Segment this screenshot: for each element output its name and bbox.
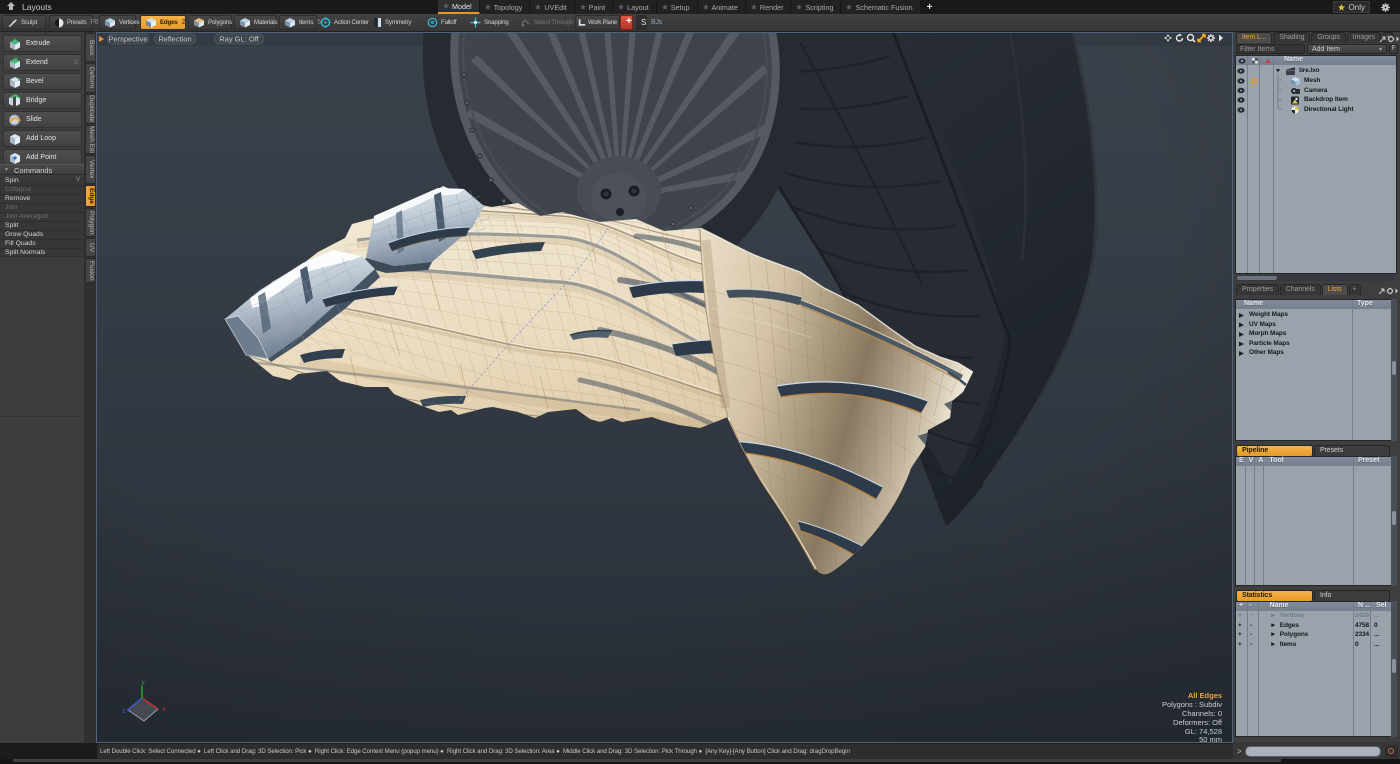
svg-text:Deformers: Off: Deformers: Off — [1173, 718, 1223, 727]
svg-text:Ray GL: Off: Ray GL: Off — [219, 35, 259, 44]
svg-text:z: z — [122, 708, 126, 715]
svg-text:x: x — [162, 706, 166, 713]
svg-text:50 mm: 50 mm — [1199, 735, 1222, 743]
svg-text:Reflection: Reflection — [158, 35, 191, 44]
svg-text:Perspective: Perspective — [108, 35, 147, 44]
svg-text:All Edges: All Edges — [1188, 691, 1222, 700]
svg-text:Channels: 0: Channels: 0 — [1182, 709, 1222, 718]
svg-text:Polygons : Subdiv: Polygons : Subdiv — [1162, 700, 1222, 709]
